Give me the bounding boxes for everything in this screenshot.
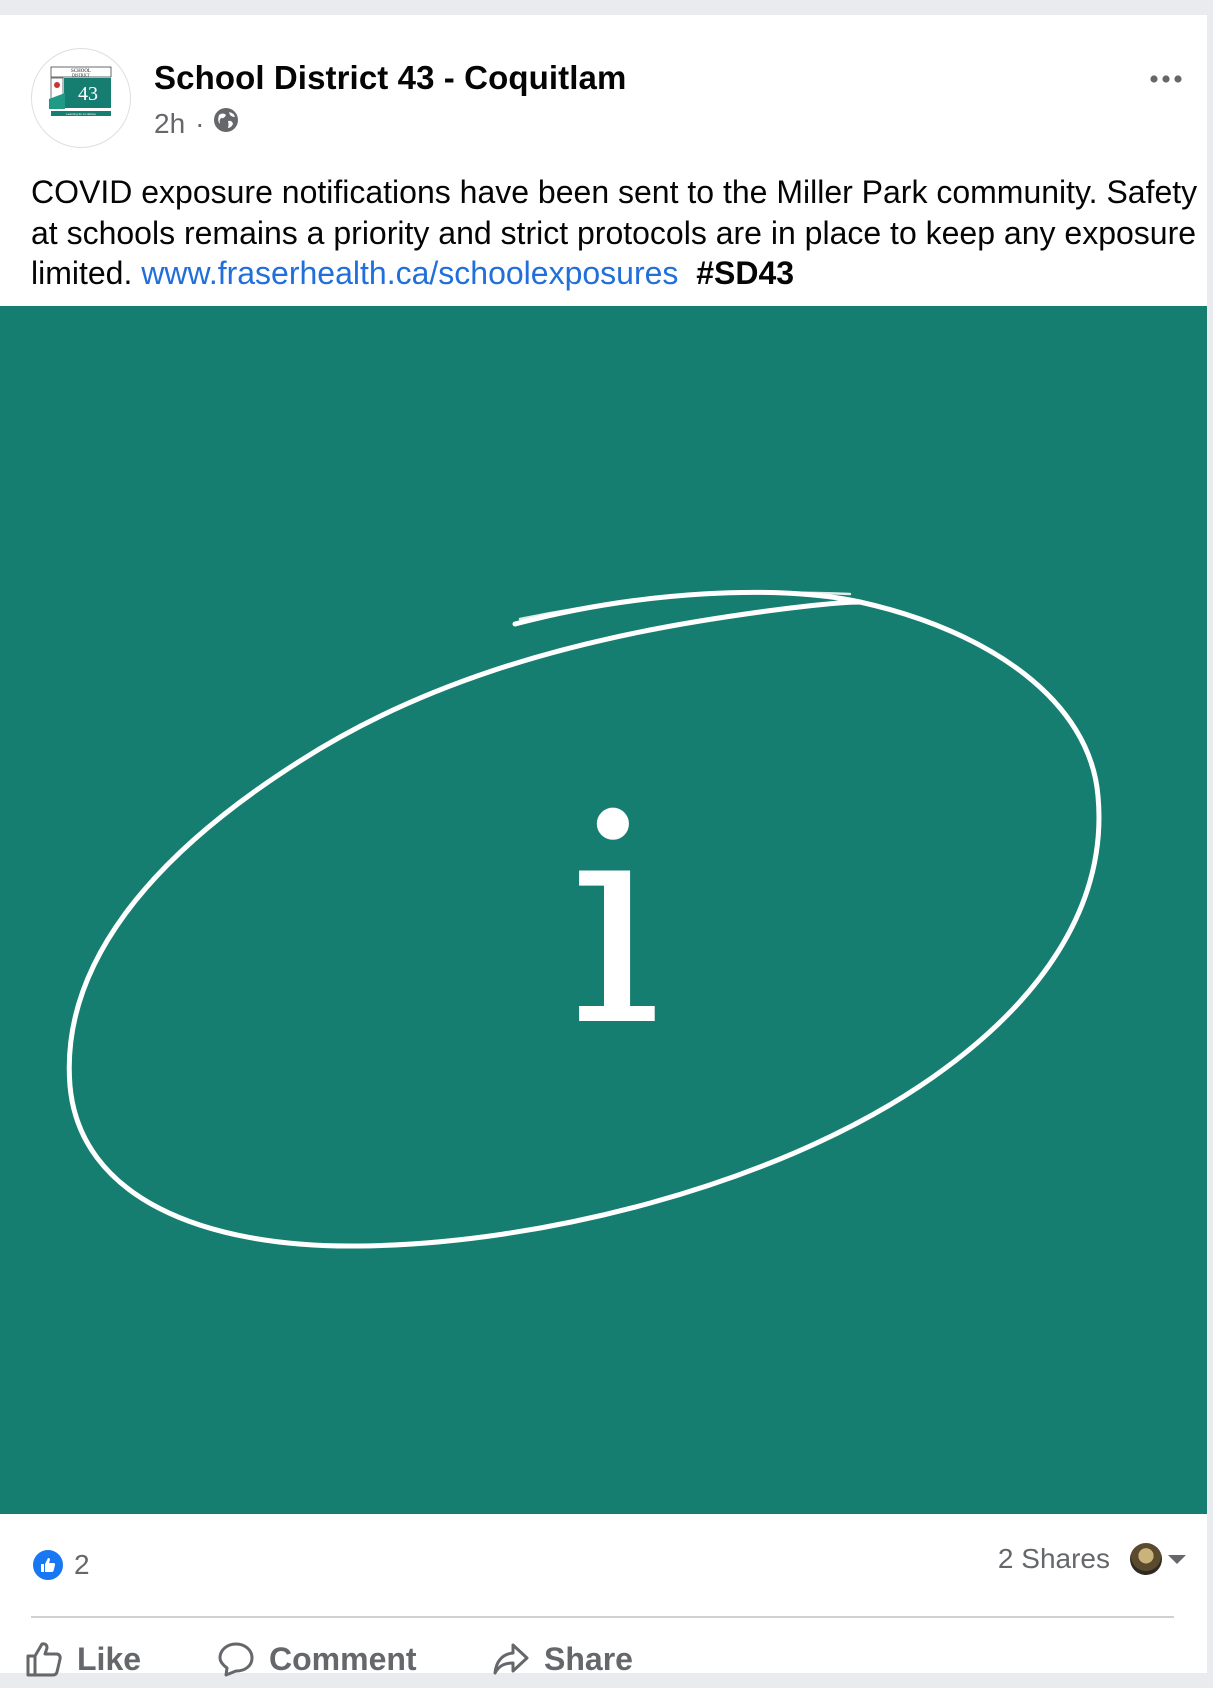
more-options-icon[interactable] — [1146, 67, 1186, 91]
post-text: COVID exposure notifications have been s… — [31, 172, 1201, 294]
page-name[interactable]: School District 43 - Coquitlam — [154, 59, 626, 97]
like-label: Like — [77, 1640, 142, 1677]
info-graphic: i — [66, 589, 1102, 1249]
info-glyph: i — [569, 753, 662, 1090]
post-card: SCHOOL DISTRICT 43 Learning for a Lifeti… — [0, 15, 1207, 1677]
post-link[interactable]: www.fraserhealth.ca/schoolexposures — [141, 255, 678, 291]
logo-tagline: Learning for a Lifetime — [66, 112, 96, 116]
thumbs-up-icon — [31, 1548, 65, 1582]
comment-button[interactable]: Comment — [217, 1633, 417, 1685]
meta-separator: · — [195, 107, 205, 139]
page-avatar[interactable]: SCHOOL DISTRICT 43 Learning for a Lifeti… — [31, 48, 131, 148]
thumbs-up-outline-icon — [26, 1642, 62, 1677]
like-count: 2 — [74, 1549, 90, 1580]
globe-icon[interactable] — [212, 106, 240, 141]
share-label: Share — [544, 1640, 633, 1677]
comment-label: Comment — [269, 1640, 417, 1677]
school-district-logo: SCHOOL DISTRICT 43 Learning for a Lifeti… — [49, 66, 112, 116]
post-timestamp[interactable]: 2h — [154, 108, 185, 140]
post-hashtag[interactable]: #SD43 — [696, 255, 794, 291]
post-image[interactable]: i — [0, 306, 1207, 1514]
post-meta: 2h · — [154, 106, 240, 141]
logo-number: 43 — [78, 83, 98, 105]
share-button[interactable]: Share — [492, 1633, 633, 1685]
viewer-avatar[interactable] — [1130, 1543, 1162, 1575]
shares-summary[interactable]: 2 Shares — [998, 1543, 1186, 1575]
share-icon — [493, 1643, 529, 1675]
like-button[interactable]: Like — [25, 1633, 141, 1685]
comment-icon — [218, 1642, 254, 1677]
logo-line-2: DISTRICT — [72, 73, 91, 78]
action-bar: Like Comment Share — [0, 1633, 1207, 1688]
shares-count[interactable]: 2 Shares — [998, 1543, 1110, 1575]
divider — [31, 1616, 1174, 1618]
reactions-summary[interactable]: 2 — [31, 1548, 90, 1582]
chevron-down-icon[interactable] — [1168, 1554, 1186, 1564]
